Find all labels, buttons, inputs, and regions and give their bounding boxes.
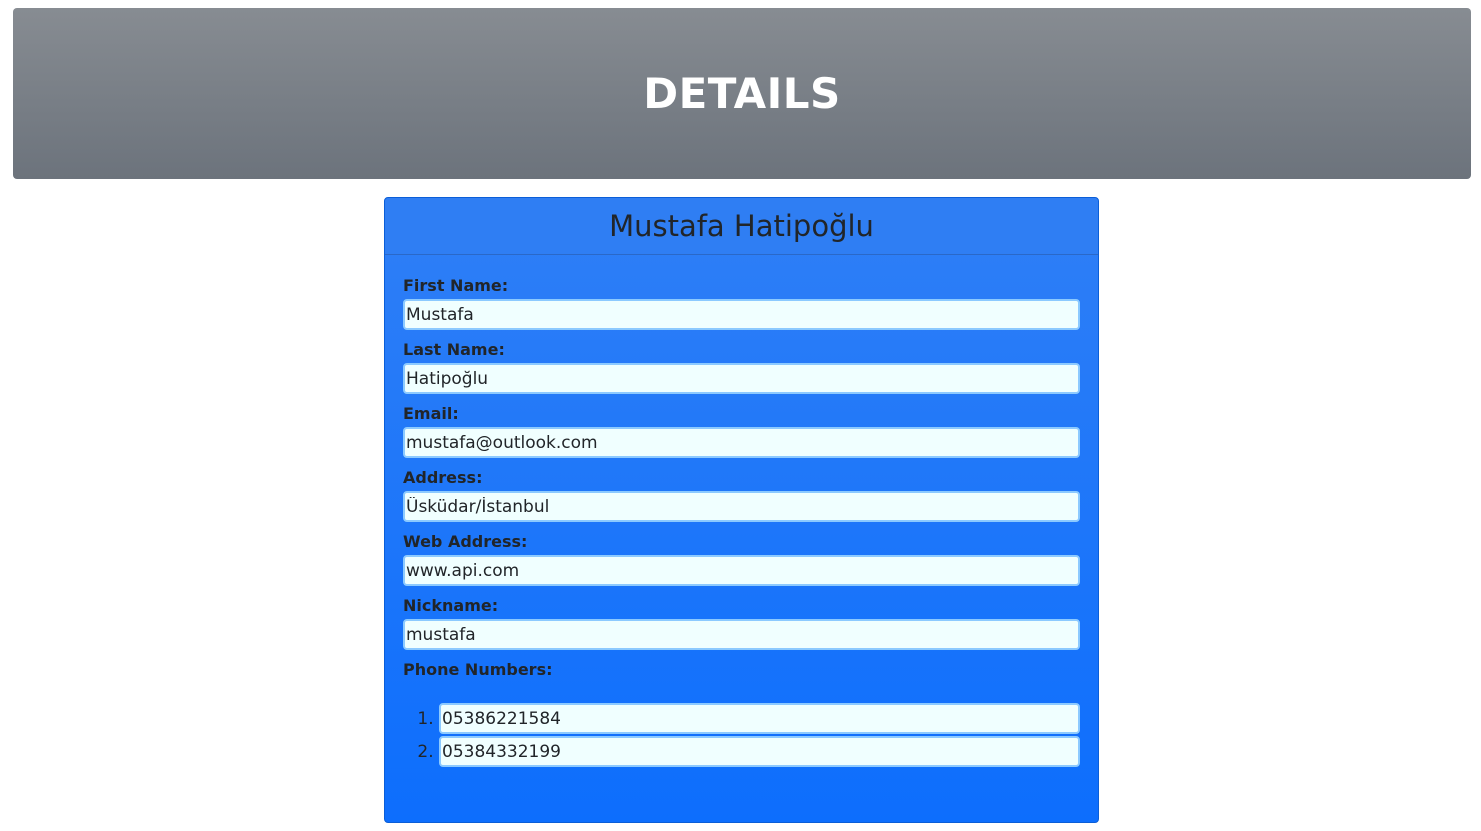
phone-input-1[interactable] xyxy=(439,703,1080,734)
card-header: Mustafa Hatipoğlu xyxy=(385,198,1098,255)
last-name-input[interactable] xyxy=(403,363,1080,394)
web-address-group: Web Address: xyxy=(403,531,1080,586)
page-title: DETAILS xyxy=(643,69,841,118)
details-card: Mustafa Hatipoğlu First Name: Last Name:… xyxy=(384,197,1099,823)
phone-numbers-label: Phone Numbers: xyxy=(403,660,553,679)
first-name-input[interactable] xyxy=(403,299,1080,330)
email-group: Email: xyxy=(403,403,1080,458)
nickname-label: Nickname: xyxy=(403,596,499,615)
first-name-label: First Name: xyxy=(403,276,509,295)
last-name-group: Last Name: xyxy=(403,339,1080,394)
phone-input-2[interactable] xyxy=(439,736,1080,767)
address-label: Address: xyxy=(403,468,483,487)
nickname-input[interactable] xyxy=(403,619,1080,650)
address-input[interactable] xyxy=(403,491,1080,522)
email-input[interactable] xyxy=(403,427,1080,458)
web-address-label: Web Address: xyxy=(403,532,528,551)
phone-list-item xyxy=(439,703,1080,734)
phones-group: Phone Numbers: xyxy=(403,659,1080,767)
phone-list xyxy=(403,703,1080,767)
page-header: DETAILS xyxy=(13,8,1471,179)
address-group: Address: xyxy=(403,467,1080,522)
first-name-group: First Name: xyxy=(403,275,1080,330)
web-address-input[interactable] xyxy=(403,555,1080,586)
phone-list-item xyxy=(439,736,1080,767)
nickname-group: Nickname: xyxy=(403,595,1080,650)
email-label: Email: xyxy=(403,404,459,423)
last-name-label: Last Name: xyxy=(403,340,505,359)
person-name: Mustafa Hatipoğlu xyxy=(609,209,874,243)
